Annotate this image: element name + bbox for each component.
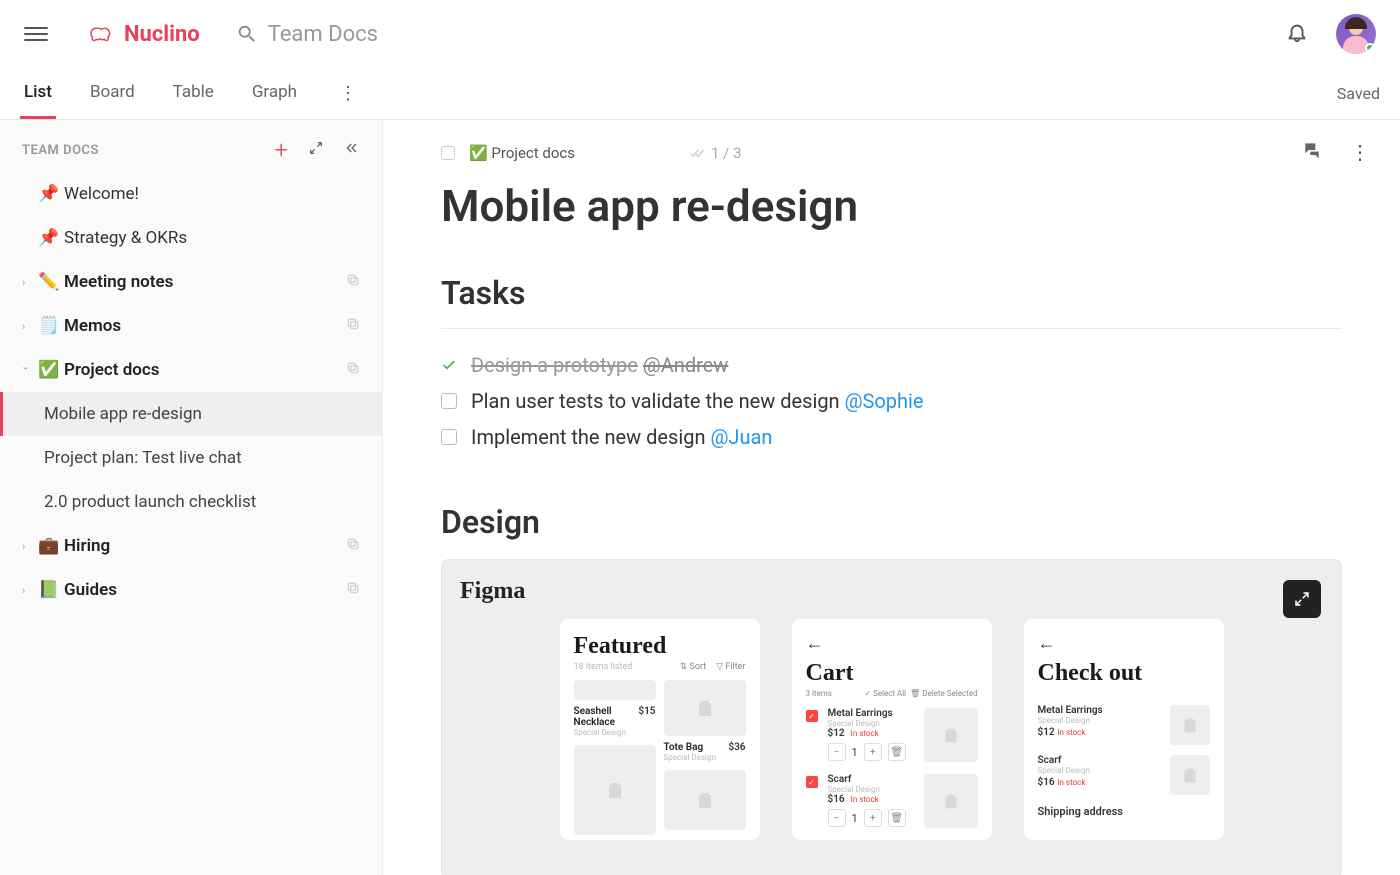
expand-icon [1293,590,1311,608]
sidebar-item-guides[interactable]: › 📗 Guides [0,568,382,612]
presence-dot [1365,43,1375,53]
copy-icon[interactable] [346,272,360,292]
copy-icon[interactable] [346,580,360,600]
checkbox-unchecked[interactable] [441,393,457,409]
task-item[interactable]: Plan user tests to validate the new desi… [441,383,1342,419]
add-item-button[interactable]: + [274,138,288,162]
embed-expand-button[interactable] [1283,580,1321,618]
checkbox-checked[interactable] [441,357,457,373]
pin-icon: 📌 [38,184,56,204]
chevron-right-icon: › [22,540,30,553]
chevron-down-icon: › [20,366,33,374]
notepad-icon: 🗒️ [38,316,56,336]
check-icon: ✅ [469,144,488,162]
mention[interactable]: @Andrew [643,353,729,377]
checkbox-unchecked[interactable] [441,429,457,445]
section-tasks-heading: Tasks [441,274,1342,312]
chevron-right-icon: › [22,584,30,597]
mockup-featured: Featured 18 items listed ⇅ Sort ▽ Filter… [560,619,760,840]
chevron-right-icon: › [22,276,30,289]
pin-icon: 📌 [38,228,56,248]
comments-icon[interactable] [1302,140,1322,160]
check-icon [441,356,457,374]
task-item[interactable]: Implement the new design @Juan [441,419,1342,455]
book-icon: 📗 [38,580,56,600]
document-main: ⋮ ✅ Project docs 1 / 3 Mobile app re-des… [383,120,1400,875]
sidebar-item-memos[interactable]: › 🗒️ Memos [0,304,382,348]
breadcrumb-label: Project docs [491,144,575,162]
view-tabs-row: List Board Table Graph ⋮ Saved [0,68,1400,120]
search-placeholder: Team Docs [268,22,378,47]
doc-more-button[interactable]: ⋮ [1350,140,1370,164]
search-input[interactable]: Team Docs [236,22,378,47]
sidebar: TEAM DOCS + › 📌 Welcome! › 📌 Strategy & … [0,120,383,875]
app-logo[interactable]: Nuclino [88,20,200,48]
copy-icon[interactable] [346,360,360,380]
collapse-sidebar-button[interactable] [344,140,360,160]
sidebar-title: TEAM DOCS [22,143,99,158]
briefcase-icon: 💼 [38,536,56,556]
chevron-right-icon: › [22,320,30,333]
tab-more-button[interactable]: ⋮ [339,83,357,104]
mention[interactable]: @Sophie [845,389,924,413]
sidebar-item-strategy[interactable]: › 📌 Strategy & OKRs [0,216,382,260]
task-item[interactable]: Design a prototype @Andrew [441,347,1342,383]
topbar: Nuclino Team Docs [0,0,1400,68]
mockup-cart: ← Cart 3 items ✓ Select All 🗑 Delete Sel… [792,619,992,840]
chevron-double-left-icon [344,140,360,156]
copy-icon[interactable] [346,536,360,556]
tab-list[interactable]: List [20,68,56,119]
section-design-heading: Design [441,503,1342,541]
breadcrumb[interactable]: ✅ Project docs 1 / 3 [441,144,1342,162]
expand-icon [308,140,324,156]
sidebar-child-launch-checklist[interactable]: 2.0 product launch checklist [0,480,382,524]
progress-icon [689,148,705,158]
check-icon: ✅ [38,360,56,380]
sidebar-child-project-plan[interactable]: Project plan: Test live chat [0,436,382,480]
sidebar-item-hiring[interactable]: › 💼 Hiring [0,524,382,568]
mention[interactable]: @Juan [710,425,772,449]
sidebar-item-welcome[interactable]: › 📌 Welcome! [0,172,382,216]
doc-title[interactable]: Mobile app re-design [441,180,1342,232]
back-arrow-icon: ← [1038,633,1210,654]
sidebar-item-meeting-notes[interactable]: › ✏️ Meeting notes [0,260,382,304]
search-icon [236,23,258,45]
expand-button[interactable] [308,140,324,160]
tab-board[interactable]: Board [86,68,139,119]
save-status: Saved [1337,84,1380,103]
app-name: Nuclino [124,22,200,47]
sidebar-child-mobile-redesign[interactable]: Mobile app re-design [0,392,382,436]
figma-embed[interactable]: Figma Featured 18 items listed ⇅ Sort ▽ … [441,559,1342,875]
mockup-checkout: ← Check out Metal Earrings Special Desig… [1024,619,1224,840]
task-progress: 1 / 3 [689,144,742,162]
brain-icon [88,20,116,48]
copy-icon[interactable] [346,316,360,336]
figma-badge: Figma [460,578,1323,605]
bell-icon [1286,21,1308,43]
divider [441,328,1342,329]
notifications-button[interactable] [1286,21,1308,47]
tab-graph[interactable]: Graph [248,68,301,119]
sidebar-item-project-docs[interactable]: › ✅ Project docs [0,348,382,392]
back-arrow-icon: ← [806,633,978,654]
user-avatar[interactable] [1336,14,1376,54]
breadcrumb-checkbox-icon [441,146,455,160]
menu-button[interactable] [24,22,48,46]
tab-table[interactable]: Table [169,68,218,119]
pencil-icon: ✏️ [38,272,56,292]
